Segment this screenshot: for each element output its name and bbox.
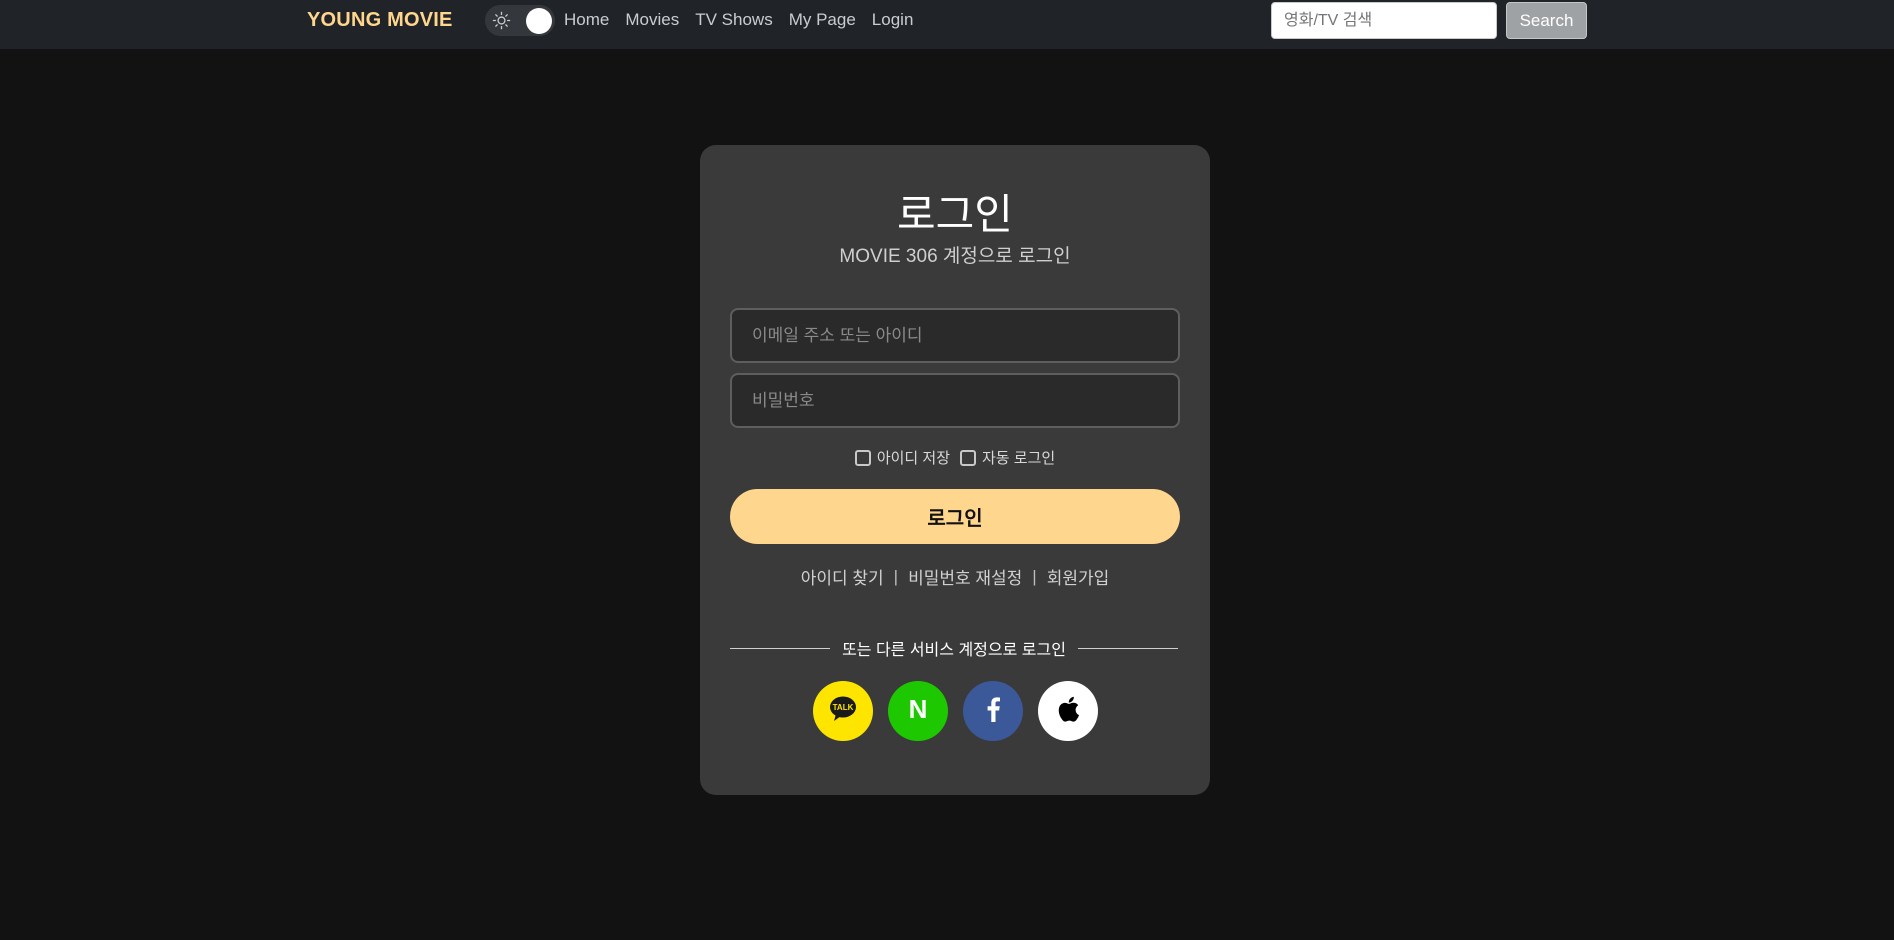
- brand-logo[interactable]: YOUNG MOVIE: [307, 9, 453, 32]
- auto-login-checkbox[interactable]: [960, 449, 976, 466]
- password-field[interactable]: [730, 373, 1180, 428]
- auto-login-label: 자동 로그인: [982, 450, 1056, 467]
- find-id-link[interactable]: 아이디 찾기: [801, 564, 884, 589]
- apple-login-button[interactable]: [1037, 681, 1098, 741]
- social-login-row: TALK N: [700, 681, 1210, 741]
- sun-icon: [492, 11, 511, 30]
- search-button[interactable]: Search: [1506, 2, 1587, 39]
- theme-toggle[interactable]: [485, 5, 555, 36]
- facebook-icon: [986, 696, 1000, 727]
- divider-text: 또는 다른 서비스 계정으로 로그인: [842, 642, 1066, 659]
- nav-link-home[interactable]: Home: [564, 10, 609, 30]
- toggle-knob: [526, 8, 552, 34]
- login-button[interactable]: 로그인: [730, 489, 1180, 544]
- main-nav: Home Movies TV Shows My Page Login: [564, 10, 929, 30]
- nav-link-movies[interactable]: Movies: [625, 10, 679, 30]
- link-separator: |: [893, 566, 899, 586]
- login-options: 아이디 저장 자동 로그인: [700, 447, 1210, 468]
- login-title: 로그인: [897, 191, 1013, 238]
- nav-link-login[interactable]: Login: [872, 10, 914, 30]
- kakao-talk-icon: TALK: [828, 695, 858, 728]
- signup-link[interactable]: 회원가입: [1047, 564, 1110, 589]
- link-separator: |: [1032, 566, 1037, 586]
- naver-login-button[interactable]: N: [887, 681, 948, 741]
- top-navbar: YOUNG MOVIE Home Movies TV Shows My Page…: [0, 0, 1894, 49]
- nav-link-my-page[interactable]: My Page: [789, 10, 856, 30]
- divider-line-left: [730, 647, 831, 649]
- save-id-option[interactable]: 아이디 저장: [854, 447, 950, 468]
- facebook-login-button[interactable]: [962, 681, 1023, 741]
- social-divider: 또는 다른 서비스 계정으로 로그인: [730, 636, 1178, 660]
- account-links: 아이디 찾기 | 비밀번호 재설정 | 회원가입: [700, 564, 1210, 589]
- login-card: 로그인 MOVIE 306 계정으로 로그인 아이디 저장 자동 로그인 로그인…: [700, 145, 1210, 795]
- search-input[interactable]: [1271, 2, 1497, 39]
- email-field[interactable]: [730, 308, 1180, 363]
- divider-line-right: [1077, 647, 1178, 649]
- nav-link-tv-shows[interactable]: TV Shows: [695, 10, 772, 30]
- kakao-talk-text: TALK: [832, 703, 853, 712]
- login-subtitle: MOVIE 306 계정으로 로그인: [839, 246, 1071, 267]
- kakao-login-button[interactable]: TALK: [812, 681, 873, 741]
- naver-icon-text: N: [908, 696, 927, 722]
- apple-icon: [1056, 695, 1080, 728]
- save-id-checkbox[interactable]: [854, 449, 871, 466]
- naver-icon: N: [905, 694, 931, 727]
- reset-password-link[interactable]: 비밀번호 재설정: [908, 564, 1022, 589]
- auto-login-option[interactable]: 자동 로그인: [960, 447, 1055, 468]
- save-id-label: 아이디 저장: [876, 450, 950, 467]
